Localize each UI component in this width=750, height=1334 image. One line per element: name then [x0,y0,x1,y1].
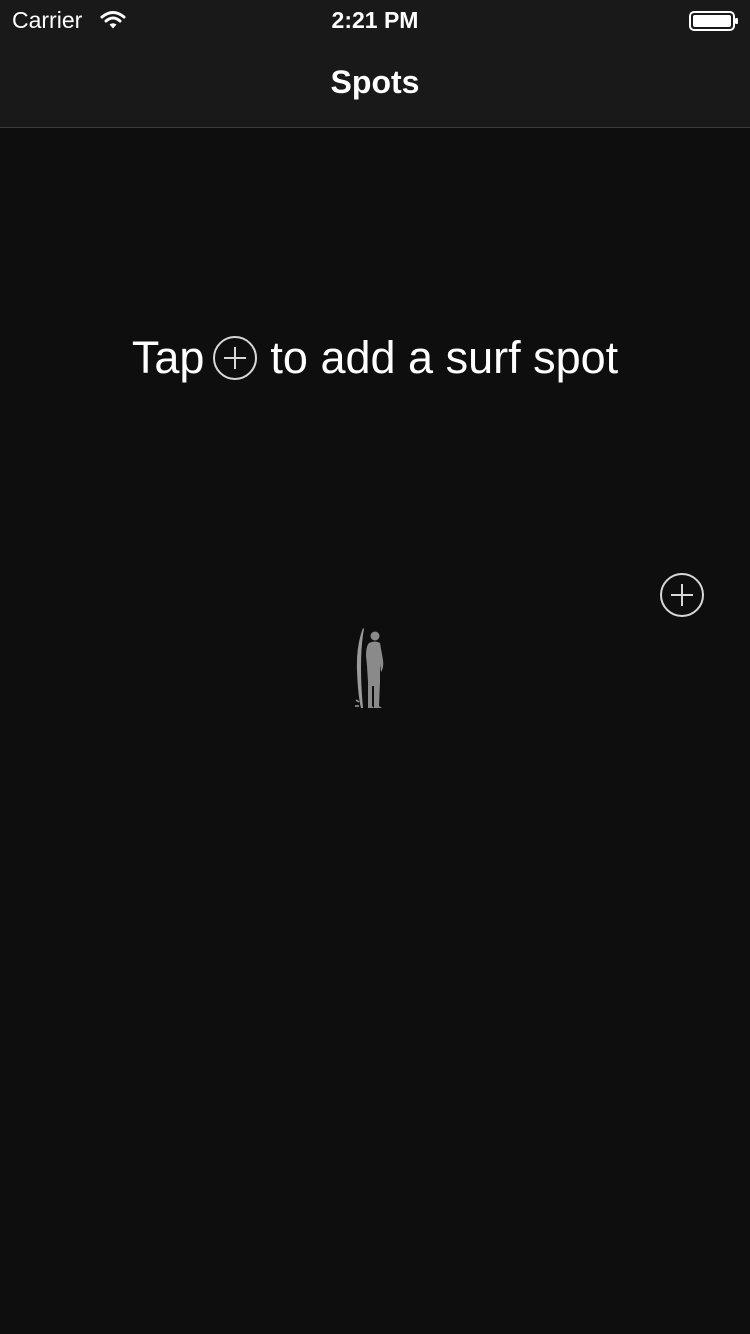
battery-full-icon [689,11,738,31]
status-time: 2:21 PM [331,7,419,33]
hint-text-before: Tap [131,332,205,383]
hint-text-after: to add a surf spot [270,332,619,383]
add-spot-button[interactable] [659,572,705,618]
page-title: Spots [330,64,420,100]
status-bar: Carrier 2:21 PM [0,0,750,40]
navigation-bar: Carrier 2:21 PM Spots [0,0,750,128]
surfer-icon [355,628,384,708]
plus-circle-icon [213,336,258,380]
spots-screen: Carrier 2:21 PM Spots Tap to add a surf … [0,0,750,1334]
plus-circle-icon [660,573,704,617]
empty-state-hint: Tap to add a surf spot [0,328,750,388]
